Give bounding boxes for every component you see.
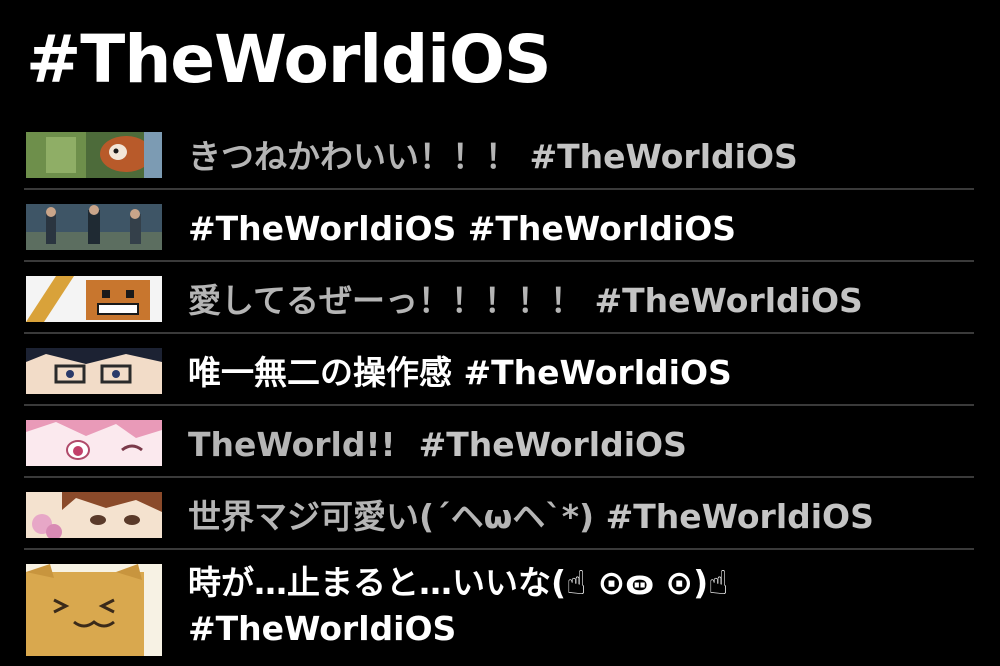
tweet-text: #TheWorldiOS #TheWorldiOS — [188, 208, 978, 250]
row-divider — [24, 188, 974, 190]
tweet-text: 愛してるぜーっ！！！！！ #TheWorldiOS — [188, 280, 978, 322]
cartoon-monster-avatar-icon — [26, 276, 162, 322]
tweet-text: きつねかわいい！！！ #TheWorldiOS — [188, 136, 978, 178]
tweet-text: 時が…止まると…いいな(☝︎ ⊙ꙫ ⊙)☝︎ #TheWorldiOS — [188, 560, 978, 652]
anime-pink-hair-avatar-icon — [26, 420, 162, 466]
tweet-body: きつねかわいい！！！ — [188, 137, 518, 176]
tweet-text: 世界マジ可愛い(´ヘωヘ`*) #TheWorldiOS — [188, 496, 978, 538]
hashtag-link[interactable]: #TheWorldiOS — [464, 353, 732, 392]
tweet-body: TheWorld!! — [188, 425, 396, 464]
people-crowd-photo-icon — [26, 204, 162, 250]
tweet-body: 愛してるぜーっ！！！！！ — [188, 281, 584, 320]
hashtag-link[interactable]: #TheWorldiOS — [419, 425, 687, 464]
row-divider — [24, 548, 974, 550]
red-panda-photo-icon — [26, 132, 162, 178]
hashtag-link[interactable]: #TheWorldiOS #TheWorldiOS — [188, 209, 736, 248]
tweet-body: 世界マジ可愛い(´ヘωヘ`*) — [188, 497, 595, 536]
page-title: #TheWorldiOS — [26, 21, 552, 98]
row-divider — [24, 260, 974, 262]
list-item[interactable]: #TheWorldiOS #TheWorldiOS — [0, 196, 1000, 262]
row-divider — [24, 332, 974, 334]
tweet-body: 時が…止まると…いいな(☝︎ ⊙ꙫ ⊙)☝︎ — [188, 563, 729, 602]
tweet-body: 唯一無二の操作感 — [188, 353, 452, 392]
hashtag-link[interactable]: #TheWorldiOS — [595, 281, 863, 320]
list-item[interactable]: 愛してるぜーっ！！！！！ #TheWorldiOS — [0, 268, 1000, 334]
hashtag-link[interactable]: #TheWorldiOS — [530, 137, 798, 176]
hashtag-link[interactable]: #TheWorldiOS — [606, 497, 874, 536]
list-item[interactable]: きつねかわいい！！！ #TheWorldiOS — [0, 124, 1000, 190]
anime-glasses-avatar-icon — [26, 348, 162, 394]
list-item[interactable]: 時が…止まると…いいな(☝︎ ⊙ꙫ ⊙)☝︎ #TheWorldiOS — [0, 556, 1000, 666]
list-item[interactable]: 唯一無二の操作感 #TheWorldiOS — [0, 340, 1000, 406]
row-divider — [24, 404, 974, 406]
tweet-text: 唯一無二の操作感 #TheWorldiOS — [188, 352, 978, 394]
hashtag-link[interactable]: #TheWorldiOS — [188, 606, 978, 652]
tweet-text: TheWorld!! #TheWorldiOS — [188, 424, 978, 466]
row-divider — [24, 476, 974, 478]
list-item[interactable]: 世界マジ可愛い(´ヘωヘ`*) #TheWorldiOS — [0, 484, 1000, 550]
list-item[interactable]: TheWorld!! #TheWorldiOS — [0, 412, 1000, 478]
cat-block-avatar-icon — [26, 564, 162, 656]
anime-brown-hair-avatar-icon — [26, 492, 162, 538]
